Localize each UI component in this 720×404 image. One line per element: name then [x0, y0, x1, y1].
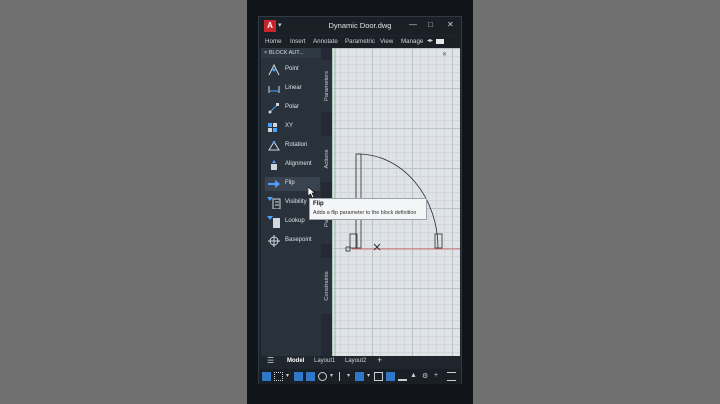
tool-point[interactable]: Point: [265, 63, 320, 77]
ucs-marker: [345, 246, 351, 252]
tooltip-description: Adds a flip parameter to the block defin…: [313, 210, 417, 216]
lookup-parameter-icon: [267, 216, 280, 228]
tool-label: Rotation: [285, 142, 308, 148]
snap-toggle-icon[interactable]: [274, 372, 283, 381]
chevron-down-icon[interactable]: ▾: [330, 372, 335, 381]
palette-header: × BLOCK AUT...: [261, 48, 321, 58]
more-tabs-button[interactable]: ◂▸: [427, 37, 433, 44]
tab-label: Constraints: [324, 271, 330, 301]
minimize-button[interactable]: —: [409, 20, 417, 29]
polar-parameter-icon: [268, 103, 279, 114]
add-layout-button[interactable]: +: [377, 355, 382, 365]
background-right: [473, 0, 720, 404]
palette-close-icon[interactable]: ×: [264, 50, 267, 56]
ribbon-tabs: Home Insert Annotate Parametric View Man…: [259, 36, 461, 48]
tool-linear[interactable]: Linear: [265, 82, 320, 96]
tab-label: Actions: [324, 149, 330, 169]
background-left: [0, 0, 247, 404]
ortho-toggle-icon[interactable]: [294, 372, 303, 381]
tool-label: Alignment: [285, 161, 312, 167]
tab-manage[interactable]: Manage: [401, 38, 423, 45]
tab-insert[interactable]: Insert: [290, 38, 305, 45]
layouts-menu-icon[interactable]: ☰: [267, 356, 274, 365]
tool-label: Visibility: [285, 199, 307, 205]
grid-toggle-icon[interactable]: [262, 372, 271, 381]
tab-annotate[interactable]: Annotate: [313, 38, 338, 45]
tool-basepoint[interactable]: Basepoint: [265, 234, 320, 248]
tab-actions[interactable]: Actions: [321, 136, 332, 182]
tool-label: Lookup: [285, 218, 305, 224]
autocad-window: A ▾ Dynamic Door.dwg — □ ✕ Home Insert A…: [258, 16, 462, 384]
tab-constraints[interactable]: Constraints: [321, 258, 332, 314]
annotation-scale-icon[interactable]: [398, 372, 407, 381]
tab-model[interactable]: Model: [287, 358, 304, 364]
tool-label: Point: [285, 66, 299, 72]
tab-layout2[interactable]: Layout2: [345, 358, 366, 364]
status-bar: ▾ ▾ ▾ ▾ ▲ ⚙ +: [259, 369, 461, 384]
tooltip-title: Flip: [313, 201, 324, 207]
xy-parameter-icon: [268, 123, 277, 132]
tool-label: XY: [285, 123, 294, 129]
workspace-icon[interactable]: ⚙: [422, 372, 431, 381]
layout-tabs-bar: ☰ Model Layout1 Layout2 +: [259, 355, 461, 368]
tab-parametric[interactable]: Parametric: [345, 38, 375, 45]
tool-label: Flip: [285, 180, 295, 186]
tool-label: Linear: [285, 85, 302, 91]
tab-home[interactable]: Home: [265, 38, 282, 45]
alignment-parameter-icon: [271, 160, 277, 170]
lineweight-icon[interactable]: [374, 372, 383, 381]
flip-parameter-icon: [268, 180, 280, 188]
chevron-down-icon[interactable]: ▾: [286, 372, 291, 381]
customize-menu-icon[interactable]: [447, 372, 456, 381]
tool-label: Polar: [285, 104, 300, 110]
linear-parameter-icon: [268, 86, 280, 93]
annotation-visibility-icon[interactable]: ▲: [410, 372, 419, 381]
transparency-icon[interactable]: [386, 372, 395, 381]
rotation-parameter-icon: [268, 140, 280, 151]
tab-layout1[interactable]: Layout1: [314, 358, 335, 364]
tool-rotation[interactable]: Rotation: [265, 139, 320, 153]
polar-tracking-icon[interactable]: [306, 372, 315, 381]
tool-alignment[interactable]: Alignment: [265, 158, 320, 172]
mouse-pointer-icon: [308, 187, 316, 198]
point-parameter-icon: [268, 64, 280, 76]
tool-polar[interactable]: Polar: [265, 101, 320, 115]
object-snap-tracking-icon[interactable]: [339, 372, 344, 381]
tab-view[interactable]: View: [380, 38, 393, 45]
tab-label: Parameters: [324, 71, 330, 101]
tool-xy[interactable]: XY: [265, 120, 320, 134]
right-jamb: [434, 233, 443, 249]
palette-title: BLOCK AUT...: [268, 50, 304, 56]
chevron-down-icon[interactable]: ▾: [367, 372, 372, 381]
tool-label: Basepoint: [285, 237, 312, 243]
visibility-parameter-icon: [267, 197, 281, 209]
basepoint-parameter-icon: [268, 235, 280, 247]
title-bar: A ▾ Dynamic Door.dwg — □ ✕: [259, 17, 461, 35]
units-icon[interactable]: +: [434, 372, 443, 381]
tab-parameters[interactable]: Parameters: [321, 60, 332, 112]
isometric-icon[interactable]: [318, 372, 327, 381]
object-snap-icon[interactable]: [355, 372, 364, 381]
ribbon-toggle-icon[interactable]: [436, 39, 444, 44]
maximize-button[interactable]: □: [428, 20, 433, 29]
chevron-down-icon[interactable]: ▾: [347, 372, 352, 381]
close-button[interactable]: ✕: [447, 20, 454, 29]
tooltip: Flip Adds a flip parameter to the block …: [309, 198, 427, 220]
